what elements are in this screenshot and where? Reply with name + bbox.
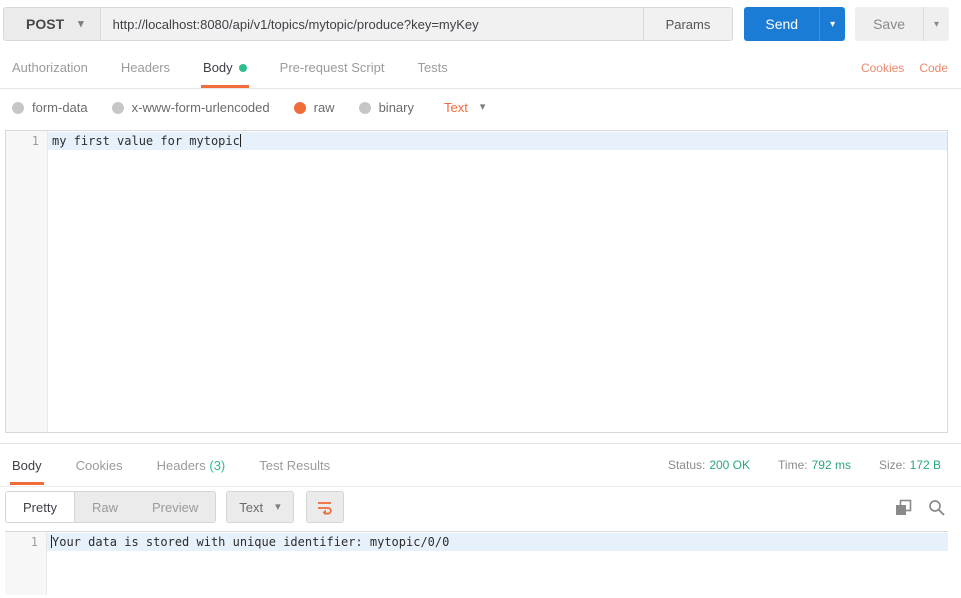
view-pretty-button[interactable]: Pretty bbox=[6, 492, 75, 522]
http-method-select[interactable]: POST ▾ bbox=[4, 8, 101, 40]
response-editor-content[interactable]: Your data is stored with unique identifi… bbox=[47, 532, 948, 595]
time-badge: Time: 792 ms bbox=[778, 458, 851, 472]
send-button[interactable]: Send bbox=[744, 7, 820, 41]
save-button-group: Save ▾ bbox=[855, 7, 949, 41]
tab-tests[interactable]: Tests bbox=[415, 48, 449, 88]
radio-binary-label: binary bbox=[378, 100, 414, 115]
radio-raw[interactable]: raw bbox=[293, 100, 335, 115]
response-meta: Status: 200 OK Time: 792 ms Size: 172 B bbox=[640, 458, 941, 472]
request-editor-content[interactable]: my first value for mytopic bbox=[48, 131, 947, 432]
request-tabs: Authorization Headers Body Pre-request S… bbox=[0, 48, 961, 89]
response-tab-headers[interactable]: Headers (3) bbox=[155, 445, 228, 485]
size-badge: Size: 172 B bbox=[879, 458, 941, 472]
chevron-down-icon: ▾ bbox=[275, 500, 281, 513]
request-editor-gutter: 1 bbox=[6, 131, 48, 432]
response-tab-headers-label: Headers bbox=[156, 458, 206, 473]
text-cursor bbox=[239, 134, 241, 147]
radio-x-www-form-urlencoded[interactable]: x-www-form-urlencoded bbox=[111, 100, 270, 115]
response-body-editor[interactable]: 1 Your data is stored with unique identi… bbox=[5, 531, 948, 595]
wrap-text-icon bbox=[317, 502, 332, 515]
response-format-label: Text bbox=[239, 499, 264, 515]
tab-pre-request-script[interactable]: Pre-request Script bbox=[278, 48, 387, 88]
tab-headers[interactable]: Headers bbox=[119, 48, 172, 88]
body-type-row: form-data x-www-form-urlencoded raw bina… bbox=[0, 89, 961, 126]
chevron-down-icon: ▾ bbox=[479, 101, 486, 113]
response-toolbar: Pretty Raw Preview Text ▾ bbox=[0, 487, 961, 527]
response-tab-body[interactable]: Body bbox=[10, 445, 44, 485]
radio-icon bbox=[358, 101, 371, 114]
url-group: POST ▾ Params bbox=[3, 7, 734, 41]
save-button[interactable]: Save bbox=[855, 7, 923, 41]
radio-urlencoded-label: x-www-form-urlencoded bbox=[131, 100, 270, 115]
response-view-mode-group: Pretty Raw Preview bbox=[5, 491, 217, 523]
wrap-text-button[interactable] bbox=[305, 491, 344, 523]
tab-body[interactable]: Body bbox=[201, 48, 249, 88]
radio-raw-label: raw bbox=[313, 100, 335, 115]
http-method-label: POST bbox=[26, 16, 65, 32]
send-button-group: Send ▾ bbox=[744, 7, 846, 41]
code-link[interactable]: Code bbox=[919, 61, 948, 75]
url-input[interactable] bbox=[100, 8, 643, 40]
copy-icon[interactable] bbox=[895, 499, 912, 516]
radio-icon bbox=[111, 101, 124, 114]
tab-body-label: Body bbox=[203, 60, 233, 75]
status-badge: Status: 200 OK bbox=[668, 458, 750, 472]
time-value: 792 ms bbox=[811, 458, 851, 472]
radio-binary[interactable]: binary bbox=[358, 100, 414, 115]
line-number: 1 bbox=[31, 134, 39, 148]
view-preview-button[interactable]: Preview bbox=[135, 492, 215, 522]
send-options-caret[interactable]: ▾ bbox=[819, 7, 846, 41]
response-format-select[interactable]: Text ▾ bbox=[226, 491, 294, 523]
radio-icon bbox=[12, 101, 24, 114]
line-number: 1 bbox=[30, 535, 38, 549]
response-tab-cookies[interactable]: Cookies bbox=[74, 445, 125, 485]
raw-format-label: Text bbox=[444, 100, 468, 115]
size-value: 172 B bbox=[909, 458, 941, 472]
response-section: Body Cookies Headers (3) Test Results St… bbox=[0, 443, 961, 595]
size-label: Size: bbox=[878, 458, 906, 472]
response-editor-gutter: 1 bbox=[5, 532, 47, 595]
request-body-editor[interactable]: 1 my first value for mytopic bbox=[5, 130, 948, 433]
response-tabs: Body Cookies Headers (3) Test Results St… bbox=[0, 444, 961, 487]
response-editor-line: Your data is stored with unique identifi… bbox=[47, 533, 948, 551]
params-button[interactable]: Params bbox=[642, 8, 733, 40]
time-label: Time: bbox=[778, 458, 808, 472]
view-raw-button[interactable]: Raw bbox=[75, 492, 135, 522]
save-options-caret[interactable]: ▾ bbox=[923, 7, 949, 41]
request-editor-line: my first value for mytopic bbox=[48, 132, 947, 150]
radio-selected-icon bbox=[293, 101, 306, 114]
chevron-down-icon: ▾ bbox=[78, 17, 84, 30]
radio-form-data-label: form-data bbox=[32, 100, 88, 115]
radio-form-data[interactable]: form-data bbox=[12, 100, 88, 115]
response-tab-test-results[interactable]: Test Results bbox=[257, 445, 332, 485]
status-label: Status: bbox=[667, 458, 706, 472]
search-icon[interactable] bbox=[928, 499, 945, 516]
headers-count-badge: (3) bbox=[209, 458, 226, 473]
body-filled-dot-icon bbox=[238, 63, 247, 72]
request-body-text: my first value for mytopic bbox=[52, 134, 240, 148]
cookies-link[interactable]: Cookies bbox=[861, 61, 904, 75]
response-body-text: Your data is stored with unique identifi… bbox=[52, 535, 450, 549]
raw-format-select[interactable]: Text ▾ bbox=[444, 100, 485, 115]
request-bar: POST ▾ Params Send ▾ Save ▾ bbox=[0, 0, 961, 48]
tab-authorization[interactable]: Authorization bbox=[10, 48, 90, 88]
status-value: 200 OK bbox=[709, 458, 751, 472]
